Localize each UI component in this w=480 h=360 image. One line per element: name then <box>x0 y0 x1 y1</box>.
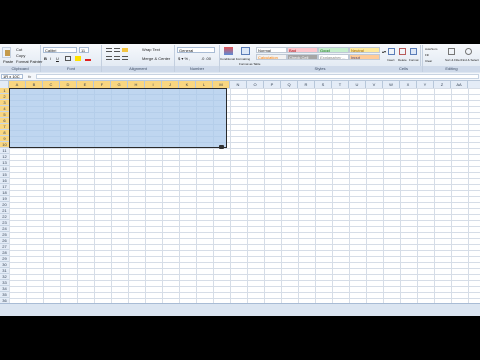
select-all-corner[interactable] <box>0 81 9 88</box>
font-group-label: Font <box>41 66 101 72</box>
style-bad[interactable]: Bad <box>287 47 318 53</box>
currency-button[interactable]: $ ▾ % , <box>178 56 190 61</box>
cells-group: Insert Delete Format Cells <box>385 45 423 72</box>
excel-window: Paste Cut Copy Format Painter Clipboard … <box>0 44 480 316</box>
quick-analysis-icon[interactable] <box>219 145 224 149</box>
column-header-b[interactable]: B <box>26 81 43 88</box>
format-painter-button[interactable]: Format Painter <box>16 59 42 64</box>
formula-bar: 1R x 10C fx <box>0 73 480 81</box>
font-group: Calibri 11 B I U Font <box>41 45 102 72</box>
decimal-buttons[interactable]: .0 .00 <box>201 56 211 61</box>
fx-icon[interactable]: fx <box>28 73 31 80</box>
clipboard-group: Paste Cut Copy Format Painter Clipboard <box>0 45 42 72</box>
font-name-select[interactable]: Calibri <box>43 47 77 53</box>
column-header-q[interactable]: Q <box>281 81 298 88</box>
column-header-p[interactable]: P <box>264 81 281 88</box>
status-bar <box>0 303 480 316</box>
format-button[interactable]: Format <box>409 58 419 63</box>
style-normal[interactable]: Normal <box>256 47 287 53</box>
style-check-cell[interactable]: Check Cell <box>287 54 318 60</box>
editing-group: AutoSum Fill Clear Sort & Filter Find & … <box>423 45 480 72</box>
editing-group-label: Editing <box>423 66 480 72</box>
column-header-k[interactable]: K <box>179 81 196 88</box>
cells-group-label: Cells <box>385 66 422 72</box>
ribbon: Paste Cut Copy Format Painter Clipboard … <box>0 44 480 74</box>
column-header-y[interactable]: Y <box>417 81 434 88</box>
merge-center-button[interactable]: Merge & Center <box>142 56 170 61</box>
align-center-icon[interactable] <box>114 56 120 60</box>
column-header-x[interactable]: X <box>400 81 417 88</box>
insert-icon[interactable] <box>388 48 395 55</box>
column-header-o[interactable]: O <box>247 81 264 88</box>
borders-icon[interactable] <box>65 56 71 61</box>
fill-color-icon[interactable] <box>75 56 81 61</box>
column-header-d[interactable]: D <box>60 81 77 88</box>
number-group: General $ ▾ % , .0 .00 Number <box>175 45 220 72</box>
align-top-icon[interactable] <box>106 48 112 52</box>
style-explanatory[interactable]: Explanatory ... <box>318 54 349 60</box>
delete-icon[interactable] <box>399 48 406 55</box>
clipboard-icon <box>5 50 10 56</box>
wrap-text-button[interactable]: Wrap Text <box>142 47 160 52</box>
format-icon[interactable] <box>410 48 417 55</box>
name-box[interactable]: 1R x 10C <box>1 74 23 79</box>
fill-button[interactable]: Fill <box>425 53 429 58</box>
column-header-w[interactable]: W <box>383 81 400 88</box>
sort-filter-button[interactable]: Sort & Filter <box>445 58 461 63</box>
clear-button[interactable]: Clear <box>425 59 432 64</box>
column-header-f[interactable]: F <box>94 81 111 88</box>
align-left-icon[interactable] <box>106 56 112 60</box>
conditional-formatting-icon[interactable] <box>224 47 233 55</box>
formula-input[interactable] <box>36 74 479 79</box>
number-format-select[interactable]: General <box>177 47 215 53</box>
worksheet-grid[interactable]: A B C D E F G H I J K L M N O P Q R S T U V W X Y Z AA 1 2 3 4 5 6 7 8 9 10… <box>0 81 480 316</box>
column-header-t[interactable]: T <box>332 81 349 88</box>
alignment-group-label: Alignment <box>102 66 174 72</box>
delete-button[interactable]: Delete <box>398 58 407 63</box>
column-header-r[interactable]: R <box>298 81 315 88</box>
style-good[interactable]: Good <box>318 47 349 53</box>
column-header-h[interactable]: H <box>128 81 145 88</box>
column-header-j[interactable]: J <box>162 81 179 88</box>
style-input[interactable]: Input <box>349 54 380 60</box>
align-bottom-icon[interactable] <box>122 48 128 52</box>
column-header-i[interactable]: I <box>145 81 162 88</box>
column-header-a[interactable]: A <box>9 81 26 88</box>
column-header-c[interactable]: C <box>43 81 60 88</box>
format-as-table-icon[interactable] <box>241 47 250 55</box>
insert-button[interactable]: Insert <box>387 58 395 63</box>
column-header-n[interactable]: N <box>230 81 247 88</box>
alignment-group: Wrap Text Merge & Center Alignment <box>102 45 175 72</box>
column-header-m[interactable]: M <box>213 81 230 88</box>
clipboard-group-label: Clipboard <box>0 66 40 72</box>
selected-range[interactable] <box>9 88 227 148</box>
column-header-g[interactable]: G <box>111 81 128 88</box>
autosum-button[interactable]: AutoSum <box>425 47 437 52</box>
style-neutral[interactable]: Neutral <box>349 47 380 53</box>
column-header-v[interactable]: V <box>366 81 383 88</box>
column-header-aa[interactable]: AA <box>451 81 468 88</box>
italic-button[interactable]: I <box>50 56 51 61</box>
cut-button[interactable]: Cut <box>16 47 22 52</box>
column-header-z[interactable]: Z <box>434 81 451 88</box>
copy-button[interactable]: Copy <box>16 53 25 58</box>
underline-button[interactable]: U <box>56 56 59 61</box>
number-group-label: Number <box>175 66 219 72</box>
paste-button[interactable] <box>2 47 11 58</box>
font-size-select[interactable]: 11 <box>79 47 89 53</box>
sort-filter-icon[interactable] <box>448 48 455 55</box>
find-select-icon[interactable] <box>465 48 472 55</box>
column-header-e[interactable]: E <box>77 81 94 88</box>
column-header-l[interactable]: L <box>196 81 213 88</box>
align-right-icon[interactable] <box>122 56 128 60</box>
font-color-icon[interactable] <box>85 56 91 61</box>
column-header-u[interactable]: U <box>349 81 366 88</box>
align-middle-icon[interactable] <box>114 48 120 52</box>
column-header-s[interactable]: S <box>315 81 332 88</box>
find-select-button[interactable]: Find & Select <box>461 58 479 63</box>
paste-label: Paste <box>3 59 14 64</box>
bold-button[interactable]: B <box>44 56 47 61</box>
style-calculation[interactable]: Calculation <box>256 54 287 60</box>
